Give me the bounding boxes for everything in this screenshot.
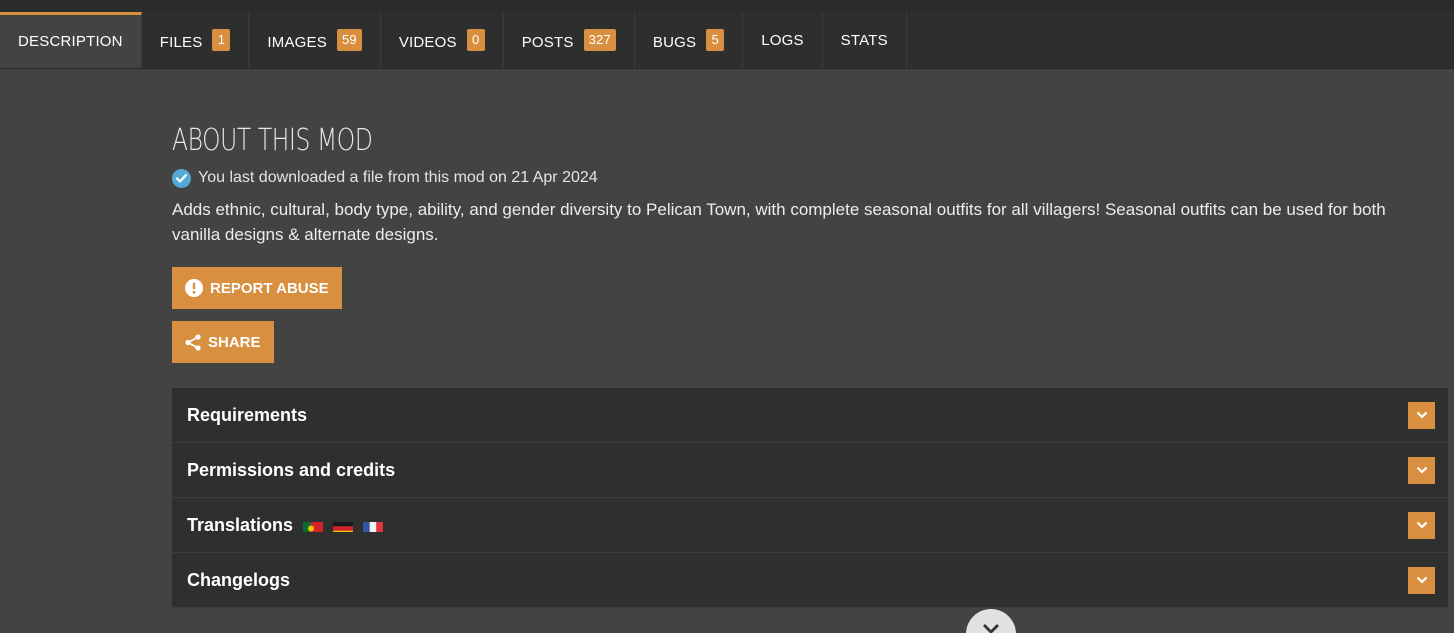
accordion-changelogs[interactable]: Changelogs (172, 553, 1448, 608)
tab-count-badge: 0 (466, 29, 485, 51)
tab-label: VIDEOS (398, 33, 457, 51)
accordion-label: Permissions and credits (187, 459, 396, 480)
france-flag-icon (363, 519, 384, 532)
tab-label: LOGS (761, 31, 804, 49)
portugal-flag-icon (303, 519, 324, 532)
tab-label: STATS (840, 31, 888, 49)
tab-bugs[interactable]: BUGS 5 (635, 12, 744, 68)
tab-count-badge: 327 (583, 29, 616, 51)
tab-label: IMAGES (267, 33, 327, 51)
tab-videos[interactable]: VIDEOS 0 (381, 12, 504, 68)
download-note-text: You last downloaded a file from this mod… (198, 169, 598, 186)
checkmark-icon (172, 168, 191, 188)
tab-stats[interactable]: STATS (823, 12, 907, 68)
tab-count-badge: 5 (706, 29, 725, 51)
mod-description: Adds ethnic, cultural, body type, abilit… (172, 200, 1386, 244)
tab-description[interactable]: DESCRIPTION (0, 12, 142, 68)
accordion-permissions[interactable]: Permissions and credits (172, 443, 1448, 498)
tab-posts[interactable]: POSTS 327 (504, 12, 635, 68)
tab-logs[interactable]: LOGS (743, 12, 823, 68)
chevron-down-icon[interactable] (1408, 401, 1435, 429)
page-title: ABOUT THIS MOD (172, 123, 373, 158)
report-abuse-button[interactable]: REPORT ABUSE (172, 267, 342, 309)
tab-label: DESCRIPTION (18, 33, 123, 50)
chevron-down-icon[interactable] (1408, 566, 1435, 594)
tab-count-badge: 1 (212, 29, 231, 51)
accordion-requirements[interactable]: Requirements (172, 388, 1448, 443)
tab-label: POSTS (521, 33, 574, 51)
tab-label: BUGS (652, 33, 697, 51)
share-icon (185, 333, 201, 351)
share-label: SHARE (208, 333, 261, 351)
accordion-label-wrap: Translations (187, 514, 384, 536)
germany-flag-icon (333, 519, 354, 532)
scroll-down-button[interactable] (966, 609, 1016, 633)
share-button[interactable]: SHARE (172, 321, 274, 363)
info-accordion: Requirements Permissions and credits Tra… (172, 388, 1448, 608)
chevron-down-icon[interactable] (1408, 511, 1435, 539)
report-abuse-label: REPORT ABUSE (210, 279, 329, 297)
chevron-down-icon (982, 621, 1000, 633)
alert-icon (185, 279, 203, 297)
tab-files[interactable]: FILES 1 (142, 12, 250, 68)
tab-label: FILES (159, 33, 203, 51)
accordion-label: Requirements (187, 404, 308, 425)
tab-count-badge: 59 (336, 29, 362, 51)
accordion-label: Translations (187, 514, 294, 535)
accordion-translations[interactable]: Translations (172, 498, 1448, 553)
top-strip (0, 0, 1454, 12)
chevron-down-icon[interactable] (1408, 456, 1435, 484)
download-note: You last downloaded a file from this mod… (172, 167, 1448, 189)
tab-images[interactable]: IMAGES 59 (249, 12, 381, 68)
accordion-label: Changelogs (187, 569, 291, 590)
description-content: ABOUT THIS MOD You last downloaded a fil… (172, 69, 1448, 608)
tab-bar: DESCRIPTION FILES 1 IMAGES 59 VIDEOS 0 P… (0, 12, 1454, 69)
